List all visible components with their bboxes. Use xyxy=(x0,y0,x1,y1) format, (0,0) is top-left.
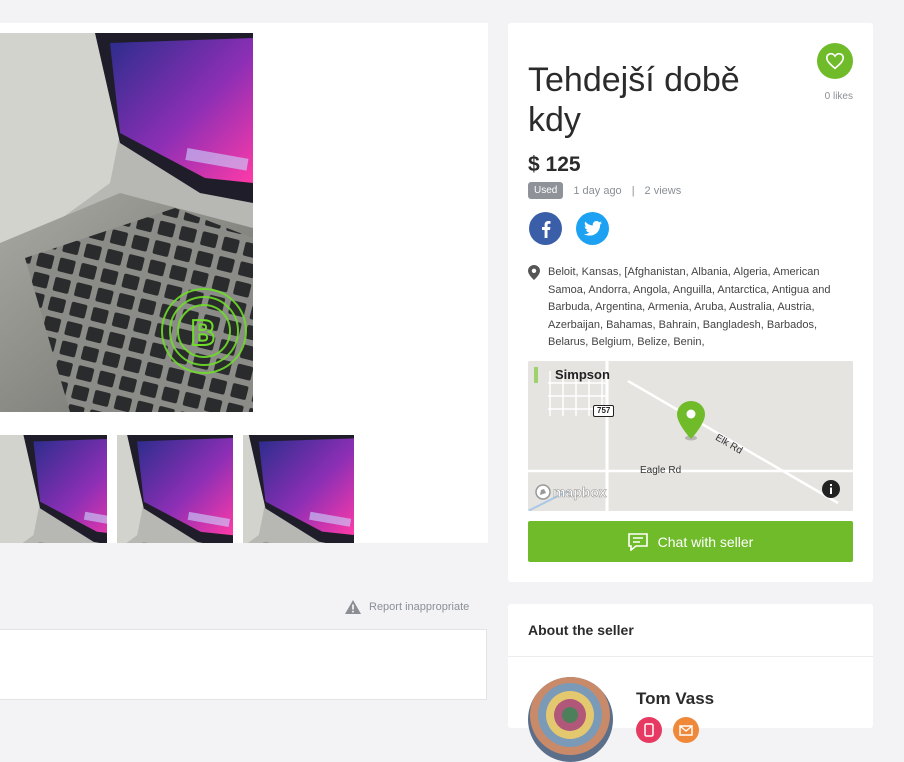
chat-with-seller-button[interactable]: Chat with seller xyxy=(528,521,853,562)
listing-location: Beloit, Kansas, [Afghanistan, Albania, A… xyxy=(528,264,853,352)
email-icon xyxy=(679,725,693,736)
location-map[interactable]: Simpson 757 Elk Rd Eagle Rd mapbox xyxy=(528,361,853,511)
twitter-icon xyxy=(583,221,602,236)
phone-icon xyxy=(644,723,654,737)
mapbox-brand: mapbox xyxy=(553,484,607,501)
map-info-button[interactable] xyxy=(822,480,840,498)
facebook-icon xyxy=(541,220,550,238)
listing-details-card: Tehdejší době kdy 0 likes $ 125 Used 1 d… xyxy=(508,23,873,582)
twitter-share-button[interactable] xyxy=(576,212,609,245)
info-icon xyxy=(830,484,832,494)
seller-phone-verified-badge xyxy=(636,717,662,743)
photo-thumbnail-2[interactable] xyxy=(117,435,233,543)
main-listing-photo[interactable] xyxy=(0,33,253,412)
map-marker-icon xyxy=(677,401,705,441)
photo-thumbnail-1[interactable] xyxy=(0,435,107,543)
photo-thumbnail-3[interactable] xyxy=(243,435,354,543)
seller-card: About the seller Tom Vass xyxy=(508,604,873,762)
seller-section-title: About the seller xyxy=(508,604,873,657)
meta-separator: | xyxy=(631,184,635,197)
like-button[interactable] xyxy=(817,43,853,79)
location-pin-icon xyxy=(528,265,540,280)
mapbox-logo: mapbox xyxy=(535,484,607,500)
seller-name: Tom Vass xyxy=(636,689,715,708)
condition-badge: Used xyxy=(528,182,564,199)
road-label-eagle: Eagle Rd xyxy=(640,465,682,476)
heart-icon xyxy=(825,52,845,70)
report-label: Report inappropriate xyxy=(369,601,470,613)
chat-icon xyxy=(627,532,648,551)
photo-gallery xyxy=(0,23,488,543)
listing-price: $ 125 xyxy=(528,153,581,176)
map-town-label: Simpson xyxy=(555,367,610,382)
listing-meta: Used 1 day ago | 2 views xyxy=(528,182,681,199)
listing-title: Tehdejší době kdy xyxy=(528,61,740,139)
description-box xyxy=(0,629,487,700)
posted-time: 1 day ago xyxy=(573,184,622,197)
location-text: Beloit, Kansas, [Afghanistan, Albania, A… xyxy=(548,266,831,348)
seller-email-verified-badge xyxy=(673,717,699,743)
view-count: 2 views xyxy=(644,184,682,197)
mapbox-icon xyxy=(535,484,551,500)
warning-icon xyxy=(345,600,361,614)
report-inappropriate-link[interactable]: Report inappropriate xyxy=(345,600,469,614)
seller-avatar[interactable] xyxy=(528,677,613,762)
likes-count: 0 likes xyxy=(824,91,853,102)
facebook-share-button[interactable] xyxy=(529,212,562,245)
road-shield: 757 xyxy=(593,405,615,417)
chat-button-label: Chat with seller xyxy=(657,533,754,550)
